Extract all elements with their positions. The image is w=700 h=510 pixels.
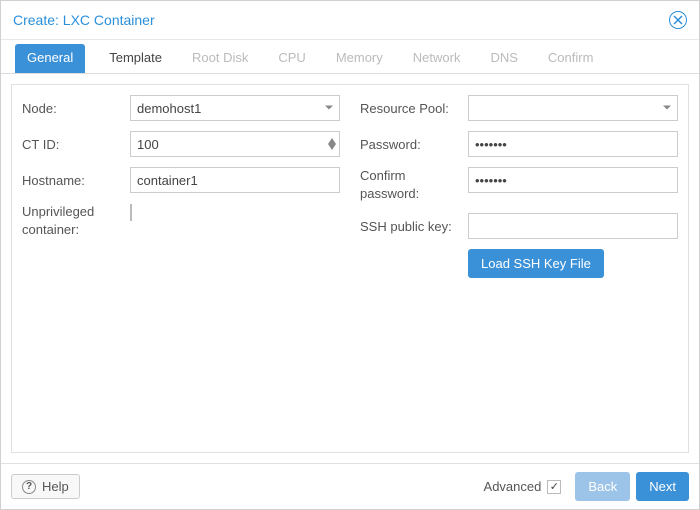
next-button[interactable]: Next xyxy=(636,472,689,501)
tab-root-disk: Root Disk xyxy=(186,40,254,73)
password-row: Password: xyxy=(360,131,678,157)
content-area: Node: CT ID: xyxy=(1,74,699,463)
help-icon: ? xyxy=(22,480,36,494)
help-label: Help xyxy=(42,479,69,494)
unprivileged-checkbox[interactable] xyxy=(130,204,132,221)
sshkey-input[interactable] xyxy=(468,213,678,239)
advanced-toggle: Advanced xyxy=(484,479,562,494)
dialog-title: Create: LXC Container xyxy=(13,12,155,28)
confirm-password-row: Confirm password: xyxy=(360,167,678,203)
bottombar: ? Help Advanced Back Next xyxy=(1,463,699,509)
unprivileged-label: Unprivileged container: xyxy=(22,203,130,239)
advanced-checkbox[interactable] xyxy=(547,480,561,494)
help-button[interactable]: ? Help xyxy=(11,474,80,499)
node-label: Node: xyxy=(22,101,130,116)
back-button: Back xyxy=(575,472,630,501)
resource-pool-select[interactable] xyxy=(468,95,678,121)
confirm-password-label: Confirm password: xyxy=(360,167,468,203)
tab-general[interactable]: General xyxy=(15,44,85,73)
tab-confirm: Confirm xyxy=(542,40,600,73)
sshkey-row: SSH public key: xyxy=(360,213,678,239)
right-column: Resource Pool: Password: Confirm xyxy=(360,95,678,442)
password-input[interactable] xyxy=(468,131,678,157)
create-lxc-dialog: Create: LXC Container General Template R… xyxy=(0,0,700,510)
sshbtn-row: Load SSH Key File xyxy=(360,249,678,278)
close-icon[interactable] xyxy=(669,11,687,29)
tab-template[interactable]: Template xyxy=(103,40,168,73)
resource-pool-label: Resource Pool: xyxy=(360,101,468,116)
left-column: Node: CT ID: xyxy=(22,95,340,442)
ctid-input[interactable] xyxy=(130,131,340,157)
load-ssh-key-button[interactable]: Load SSH Key File xyxy=(468,249,604,278)
password-label: Password: xyxy=(360,137,468,152)
hostname-input[interactable] xyxy=(130,167,340,193)
node-select[interactable] xyxy=(130,95,340,121)
ctid-label: CT ID: xyxy=(22,137,130,152)
hostname-label: Hostname: xyxy=(22,173,130,188)
sshkey-label: SSH public key: xyxy=(360,219,468,234)
tab-cpu: CPU xyxy=(272,40,311,73)
form-panel: Node: CT ID: xyxy=(11,84,689,453)
spinner-icon[interactable] xyxy=(328,138,336,150)
node-row: Node: xyxy=(22,95,340,121)
resource-pool-row: Resource Pool: xyxy=(360,95,678,121)
tab-dns: DNS xyxy=(484,40,523,73)
ctid-row: CT ID: xyxy=(22,131,340,157)
advanced-label: Advanced xyxy=(484,479,542,494)
wizard-tabs: General Template Root Disk CPU Memory Ne… xyxy=(1,40,699,74)
unprivileged-row: Unprivileged container: xyxy=(22,203,340,239)
titlebar: Create: LXC Container xyxy=(1,1,699,40)
confirm-password-input[interactable] xyxy=(468,167,678,193)
tab-memory: Memory xyxy=(330,40,389,73)
hostname-row: Hostname: xyxy=(22,167,340,193)
tab-network: Network xyxy=(407,40,467,73)
